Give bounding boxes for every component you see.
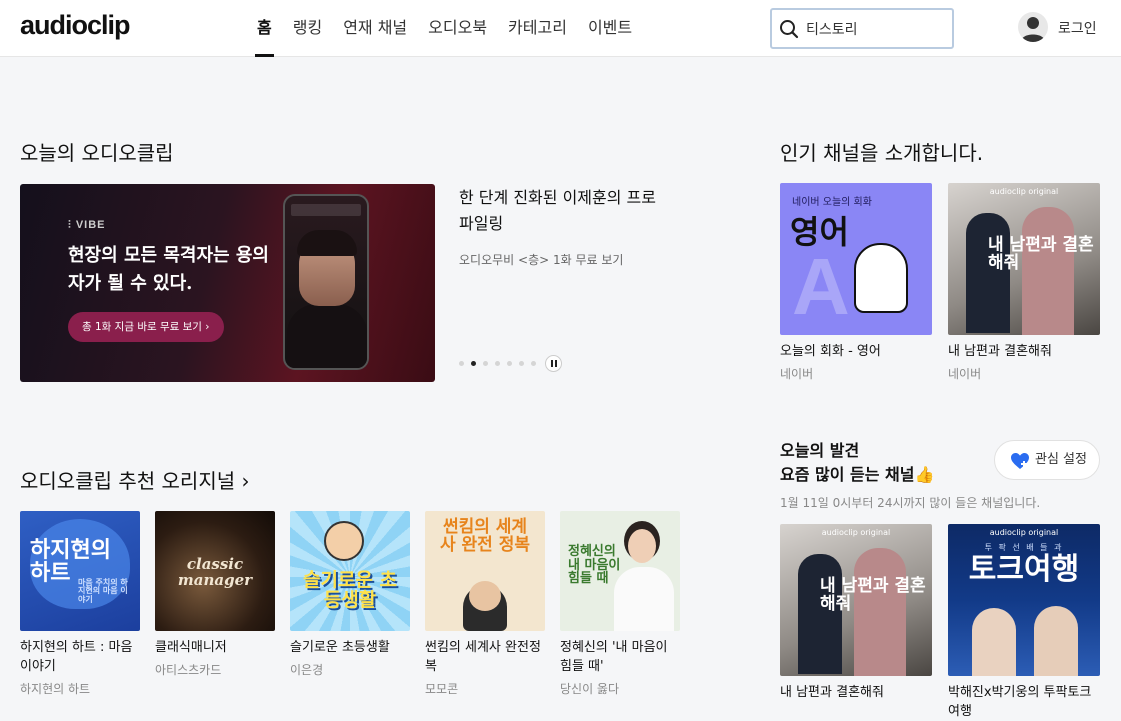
carousel-dot-active[interactable] [471, 361, 476, 366]
nav-series-channel[interactable]: 연재 채널 [341, 0, 409, 57]
man-figure [798, 554, 842, 674]
recommend-card[interactable]: 하지현의 하트 마음 주치의 하지현의 마음 이야기 하지현의 하트 : 마음 … [20, 511, 140, 697]
heart-plus-icon [1011, 453, 1029, 469]
nav-audiobook[interactable]: 오디오북 [426, 0, 489, 57]
thumb-top-label: audioclip original [989, 528, 1059, 537]
recommend-card[interactable]: 정혜신의 내 마음이 힘들 때 정혜신의 '내 마음이 힘들 때' 당신이 옳다 [560, 511, 680, 697]
discover-thumb: audioclip original 내 남편과 결혼해줘 [780, 524, 932, 676]
recommend-thumb: classic manager [155, 511, 275, 631]
woman-face [628, 529, 656, 563]
card-author: 이은경 [290, 663, 324, 677]
search-box[interactable] [770, 8, 954, 49]
recommend-card[interactable]: classic manager 클래식매니저 아티스츠카드 [155, 511, 275, 678]
discover-title: 오늘의 발견 요즘 많이 듣는 채널👍 [780, 441, 935, 484]
card-title[interactable]: 박해진x박기웅의 투팍토크여행 [948, 683, 1100, 721]
discover-description: 1월 11일 0시부터 24시까지 많이 들은 채널입니다. [780, 496, 1041, 510]
popular-card[interactable]: 네이버 오늘의 회화 영어 A 오늘의 회화 - 영어 네이버 [780, 183, 932, 382]
discover-thumb: audioclip original 투 팍 선 배 들 과 토크여행 [948, 524, 1100, 676]
card-title[interactable]: 하지현의 하트 : 마음 이야기 [20, 638, 140, 676]
card-title[interactable]: 내 남편과 결혼해줘 [780, 683, 932, 702]
carousel-dot[interactable] [459, 361, 464, 366]
top-header: audioclip 홈 랭킹 연재 채널 오디오북 카테고리 이벤트 로그인 [0, 0, 1121, 57]
child-face [324, 521, 364, 561]
interest-settings-button[interactable]: 관심 설정 [994, 440, 1100, 480]
carousel-dot[interactable] [507, 361, 512, 366]
card-title[interactable]: 오늘의 회화 - 영어 [780, 342, 932, 361]
hero-info-subtitle: 오디오무비 <층> 1화 무료 보기 [459, 253, 624, 267]
card-author: 하지현의 하트 [20, 682, 91, 696]
thumb-letter: A [792, 242, 850, 331]
recommend-thumb: 썬킴의 세계사 완전 정복 [425, 511, 545, 631]
nav-category[interactable]: 카테고리 [506, 0, 569, 57]
thumb-title: 내 남편과 결혼해줘 [820, 576, 926, 614]
carousel-pagination [459, 355, 562, 372]
search-input[interactable] [806, 18, 946, 40]
card-author: 아티스츠카드 [155, 663, 222, 677]
nav-home[interactable]: 홈 [255, 0, 274, 57]
recommend-card[interactable]: 썬킴의 세계사 완전 정복 썬킴의 세계사 완전정복 모모콘 [425, 511, 545, 697]
chevron-right-icon: › [241, 469, 250, 493]
avatar[interactable] [1018, 12, 1048, 42]
thumb-top-label: audioclip original [821, 528, 891, 537]
man-figure-left [972, 608, 1016, 676]
waveform-icon: ⫶ [68, 219, 72, 231]
popular-section-title: 인기 채널을 소개합니다. [780, 141, 984, 165]
pause-icon[interactable] [545, 355, 562, 372]
card-author: 당신이 옳다 [560, 682, 620, 696]
card-title[interactable]: 슬기로운 초등생활 [290, 638, 410, 657]
popular-card[interactable]: audioclip original 내 남편과 결혼해줘 내 남편과 결혼해줘… [948, 183, 1100, 382]
phone-player-bar [291, 204, 361, 216]
man-figure-right [1034, 606, 1078, 676]
man-face [469, 581, 501, 611]
banner-cta-button[interactable]: 총 1화 지금 바로 무료 보기 › [68, 312, 224, 342]
man-figure [966, 213, 1010, 333]
recommend-section-title[interactable]: 오디오클립 추천 오리지널 › [20, 465, 249, 494]
cartoon-character [854, 243, 908, 313]
user-icon [1021, 17, 1045, 42]
person-body [287, 304, 367, 368]
card-title[interactable]: 내 남편과 결혼해줘 [948, 342, 1100, 361]
recommend-thumb: 슬기로운 초등생활 [290, 511, 410, 631]
discover-card[interactable]: audioclip original 내 남편과 결혼해줘 내 남편과 결혼해줘 [780, 524, 932, 702]
today-section-title: 오늘의 오디오클립 [20, 141, 174, 165]
main-nav: 홈 랭킹 연재 채널 오디오북 카테고리 이벤트 [255, 0, 651, 57]
login-link[interactable]: 로그인 [1058, 18, 1097, 38]
carousel-dot[interactable] [495, 361, 500, 366]
thumb-title: 슬기로운 초등생활 [302, 569, 397, 611]
hero-info-title[interactable]: 한 단계 진화된 이제훈의 프로파일링 [459, 185, 659, 237]
thumb-top-label: 네이버 오늘의 회화 [792, 197, 872, 208]
thumb-title: 내 남편과 결혼해줘 [988, 235, 1094, 273]
nav-ranking[interactable]: 랭킹 [291, 0, 324, 57]
card-title[interactable]: 클래식매니저 [155, 638, 275, 657]
card-author: 모모콘 [425, 682, 459, 696]
recommend-thumb: 하지현의 하트 마음 주치의 하지현의 마음 이야기 [20, 511, 140, 631]
woman-shirt [614, 567, 674, 631]
card-title[interactable]: 정혜신의 '내 마음이 힘들 때' [560, 638, 680, 676]
thumb-subtext: 마음 주치의 하지현의 마음 이야기 [78, 578, 128, 604]
carousel-dot[interactable] [483, 361, 488, 366]
recommend-card[interactable]: 슬기로운 초등생활 슬기로운 초등생활 이은경 [290, 511, 410, 678]
thumb-top-label: audioclip original [989, 187, 1059, 196]
person-hair [297, 230, 357, 256]
discover-card[interactable]: audioclip original 투 팍 선 배 들 과 토크여행 박해진x… [948, 524, 1100, 721]
banner-headline: 현장의 모든 목격자는 용의자가 될 수 있다. [68, 245, 269, 294]
thumb-title: 썬킴의 세계사 완전 정복 [439, 517, 531, 555]
thumb-title: 토크여행 [968, 552, 1080, 587]
phone-illustration [283, 194, 369, 370]
carousel-dot[interactable] [531, 361, 536, 366]
nav-event[interactable]: 이벤트 [586, 0, 634, 57]
card-author: 네이버 [948, 367, 982, 381]
vibe-logo: ⫶ VIBE [68, 219, 106, 231]
carousel-dot[interactable] [519, 361, 524, 366]
popular-thumb: 네이버 오늘의 회화 영어 A [780, 183, 932, 335]
card-title[interactable]: 썬킴의 세계사 완전정복 [425, 638, 545, 676]
card-author: 네이버 [780, 367, 814, 381]
hero-banner[interactable]: ⫶ VIBE 현장의 모든 목격자는 용의자가 될 수 있다. 총 1화 지금 … [20, 184, 435, 382]
thumb-title: classic manager [177, 555, 253, 589]
search-icon[interactable] [779, 19, 799, 39]
popular-thumb: audioclip original 내 남편과 결혼해줘 [948, 183, 1100, 335]
audioclip-logo[interactable]: audioclip [20, 10, 131, 41]
recommend-thumb: 정혜신의 내 마음이 힘들 때 [560, 511, 680, 631]
